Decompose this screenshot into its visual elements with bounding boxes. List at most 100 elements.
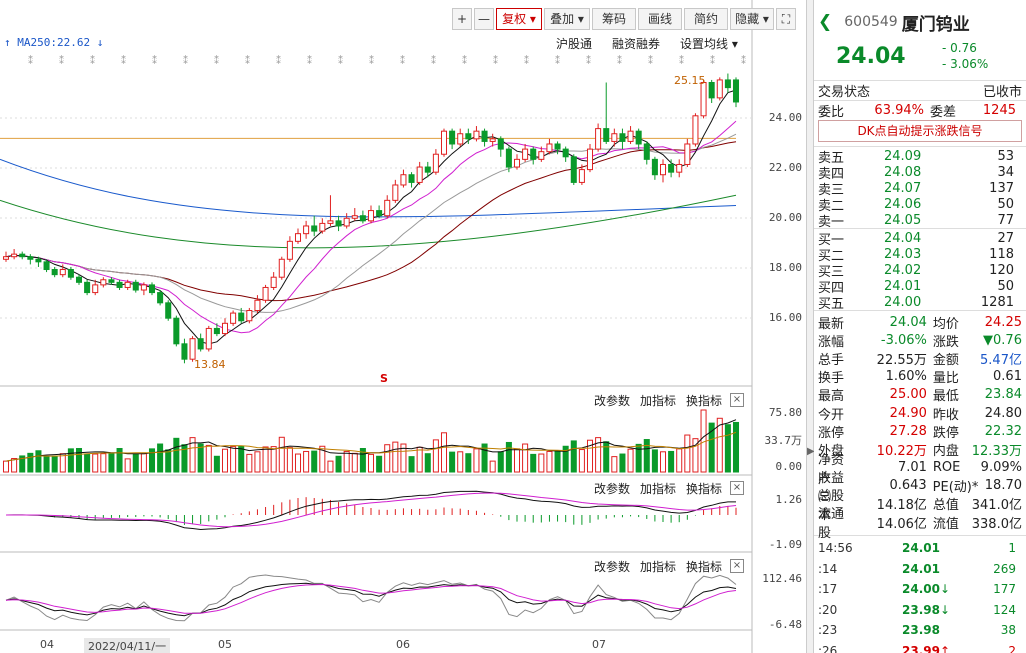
zoom-in-button[interactable]: + (452, 8, 472, 30)
change-param-button[interactable]: 改参数 (594, 558, 630, 575)
kline-chart[interactable]: ⁑ ⁑ ⁑ ⁑ ⁑ ⁑ ⁑ ⁑ ⁑ ⁑ ⁑ ⁑ ⁑ ⁑ ⁑ ⁑ ⁑ ⁑ ⁑ ⁑ ⁑ ⁑ ⁑ ⁑ (0, 0, 806, 653)
tick-row[interactable]: :17 24.00 ↓ 177 (814, 579, 1026, 600)
add-indicator-button[interactable]: 加指标 (640, 480, 676, 497)
weicha-label: 委差 (930, 105, 957, 120)
tick-time: :20 (818, 602, 838, 617)
volume-bar (408, 456, 415, 473)
candle-body (311, 225, 318, 232)
stat-value: 23.84 (984, 387, 1022, 403)
volume-bar (473, 448, 480, 473)
stat-label: 涨停 (818, 425, 845, 441)
volume-bar (619, 453, 626, 473)
volume-bar (432, 439, 439, 473)
hide-dropdown[interactable]: 隐藏 ▾ (730, 8, 774, 30)
fullscreen-icon[interactable]: ⛶ (776, 8, 796, 30)
candle-body (570, 156, 577, 183)
tick-row[interactable]: :26 23.99 ↑ 2 (814, 641, 1026, 653)
volume-bar (124, 458, 131, 473)
fuquan-dropdown[interactable]: 复权 ▾ (496, 8, 542, 30)
candle-body (627, 130, 634, 142)
bid-row: 买五 24.00 1281 (814, 294, 1026, 312)
swap-indicator-button[interactable]: 换指标 (686, 480, 722, 497)
candle-body (432, 153, 439, 173)
candle-body (595, 128, 602, 150)
event-marker: ⁑ (431, 54, 436, 67)
tick-row[interactable]: :23 23.98 38 (814, 620, 1026, 641)
draw-line-button[interactable]: 画线 (638, 8, 682, 30)
event-marker: ⁑ (152, 54, 157, 67)
close-icon[interactable]: × (730, 393, 744, 407)
add-indicator-button[interactable]: 加指标 (640, 392, 676, 409)
volume-bar (278, 436, 285, 473)
ma250-value: MA250:22.62 (17, 36, 91, 49)
chip-button[interactable]: 筹码 (592, 8, 636, 30)
kline-chart-area[interactable]: ⁑ ⁑ ⁑ ⁑ ⁑ ⁑ ⁑ ⁑ ⁑ ⁑ ⁑ ⁑ ⁑ ⁑ ⁑ ⁑ ⁑ ⁑ ⁑ ⁑ ⁑ ⁑ ⁑ ⁑ + — 复权 ▾ 叠加 ▾ 筹… (0, 0, 806, 653)
x-tick: 05 (218, 638, 232, 651)
stat-label: 金额 (932, 352, 959, 368)
event-marker: ⁑ (183, 54, 188, 67)
ma60-line (0, 194, 737, 249)
zoom-out-button[interactable]: — (474, 8, 494, 30)
tick-row[interactable]: :14 24.01 269 (814, 559, 1026, 580)
simple-mode-button[interactable]: 简约 (684, 8, 728, 30)
stat-value: 338.0亿 (971, 516, 1022, 532)
panel-divider[interactable]: ▶ (806, 0, 815, 653)
dk-signal-banner[interactable]: DK点自动提示涨跌信号 (818, 120, 1022, 142)
candle-body (246, 310, 253, 322)
tick-row[interactable]: :20 23.98 ↓ 124 (814, 600, 1026, 621)
event-marker: ⁑ (276, 54, 281, 67)
volume-bar (457, 451, 464, 473)
order-volume: 118 (989, 247, 1014, 263)
overlay-dropdown[interactable]: 叠加 ▾ (544, 8, 590, 30)
hgt-link[interactable]: 沪股通 (556, 35, 592, 52)
y-tick: -6.48 (768, 618, 802, 631)
change-param-button[interactable]: 改参数 (594, 480, 630, 497)
stat-value: 18.70 (984, 478, 1022, 494)
stats-table: 最新 24.04 均价 24.25 涨幅 -3.06% 涨跌 ▼0.76 总手 22.55万 金额 5… (814, 309, 1026, 541)
candle-body (327, 220, 334, 224)
stat-value: 5.47亿 (980, 352, 1022, 368)
change-param-button[interactable]: 改参数 (594, 392, 630, 409)
candle-body (197, 338, 204, 350)
volume-bar (100, 453, 107, 473)
candle-body (270, 276, 277, 288)
volume-bar (132, 453, 139, 473)
x-tick: 07 (592, 638, 606, 651)
tick-row[interactable]: 14:56 24.01 1 (814, 538, 1026, 559)
volume-bar (538, 453, 545, 473)
candle-body (173, 317, 180, 345)
candle-body (75, 276, 83, 283)
volume-bar (230, 446, 237, 473)
tick-volume: 2 (1008, 643, 1016, 653)
volume-bar (440, 432, 448, 473)
back-icon[interactable]: ❮ (818, 12, 832, 32)
candle-body (530, 148, 537, 160)
candle-body (376, 210, 383, 217)
candle-body (165, 302, 172, 319)
y-tick: 112.46 (762, 572, 802, 585)
close-icon[interactable]: × (730, 559, 744, 573)
weibi-value: 63.94% (874, 103, 924, 118)
order-price: 24.03 (884, 247, 922, 263)
ma-setting-dropdown[interactable]: 设置均线 ▾ (680, 35, 738, 52)
stock-code: 600549 (844, 14, 898, 30)
candle-body (238, 312, 245, 322)
tick-volume: 1 (1008, 541, 1016, 556)
order-volume: 53 (997, 149, 1014, 165)
event-marker: ⁑ (400, 54, 405, 67)
stat-value: 341.0亿 (971, 498, 1022, 514)
swap-indicator-button[interactable]: 换指标 (686, 392, 722, 409)
margin-trading-link[interactable]: 融资融券 (612, 35, 660, 52)
volume-bar (384, 444, 391, 473)
tick-arrow-icon: ↓ (940, 582, 951, 597)
stat-value: ▼0.76 (983, 332, 1022, 348)
chart-toolbar: + — 复权 ▾ 叠加 ▾ 筹码 画线 简约 隐藏 ▾ ⛶ (452, 8, 798, 30)
order-price: 24.05 (884, 212, 922, 228)
stat-label: 涨跌 (932, 334, 959, 350)
candle-body (554, 143, 561, 150)
add-indicator-button[interactable]: 加指标 (640, 558, 676, 575)
swap-indicator-button[interactable]: 换指标 (686, 558, 722, 575)
event-marker: ⁑ (586, 54, 591, 67)
close-icon[interactable]: × (730, 481, 744, 495)
volume-bar (570, 440, 577, 473)
